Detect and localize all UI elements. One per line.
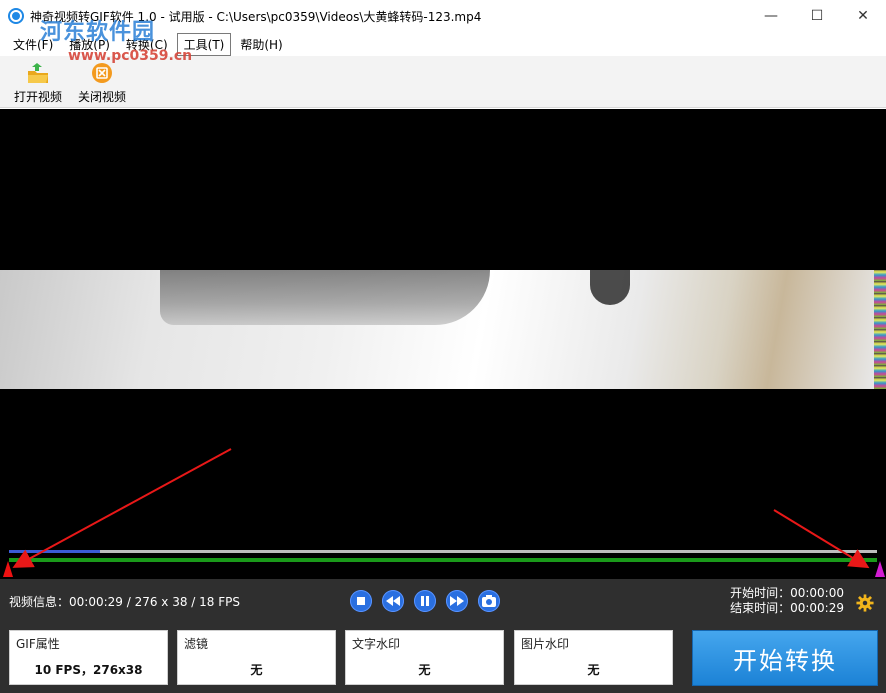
rewind-button[interactable] [382,590,404,612]
playback-controls [350,590,510,612]
start-time-label: 开始时间： [730,586,791,600]
gif-properties-value: 10 FPS，276x38 [34,663,143,677]
folder-open-icon [26,62,50,84]
close-video-label: 关闭视频 [77,90,126,104]
close-video-icon [90,62,114,84]
playback-progress [9,550,100,553]
open-video-label: 打开视频 [13,90,62,104]
window-controls: — ☐ ✕ [748,0,886,32]
frame-shadow [160,270,490,325]
close-button[interactable]: ✕ [840,0,886,32]
pause-icon [421,596,429,606]
app-icon [8,8,24,24]
watermark-site-name: 河东软件园 [40,20,156,45]
video-frame [0,270,874,389]
text-watermark-value: 无 [418,663,431,677]
end-time-label: 结束时间： [730,601,791,615]
camera-icon [482,595,496,607]
snapshot-button[interactable] [478,590,500,612]
range-start-handle[interactable] [3,561,13,577]
filter-label: 滤镜 [184,637,209,651]
image-watermark-value: 无 [587,663,600,677]
range-end-handle[interactable] [875,561,885,577]
text-watermark-card[interactable]: 文字水印 无 [345,630,504,685]
filter-card[interactable]: 滤镜 无 [177,630,336,685]
playback-track[interactable] [9,550,877,553]
start-convert-button[interactable]: 开始转换 [692,630,878,686]
minimize-button[interactable]: — [748,0,794,32]
image-watermark-card[interactable]: 图片水印 无 [514,630,673,685]
gif-properties-label: GIF属性 [16,637,60,651]
image-watermark-label: 图片水印 [521,637,570,651]
end-time: 00:00:29 [790,601,844,615]
text-watermark-label: 文字水印 [352,637,401,651]
frame-shadow-small [590,270,630,305]
range-bar[interactable] [9,558,877,562]
menu-help[interactable]: 帮助(H) [233,33,289,56]
open-video-button[interactable]: 打开视频 [8,56,68,107]
rewind-icon [386,596,400,606]
filter-value: 无 [250,663,263,677]
control-bar: 视频信息：00:00:29 / 276 x 38 / 18 FPS 开始时间：0… [0,579,886,623]
pause-button[interactable] [414,590,436,612]
fast-forward-icon [450,596,464,606]
start-time: 00:00:00 [790,586,844,600]
stop-button[interactable] [350,590,372,612]
gif-properties-card[interactable]: GIF属性 10 FPS，276x38 [9,630,168,685]
video-info: 视频信息：00:00:29 / 276 x 38 / 18 FPS [9,595,240,609]
frame-noise-strip [874,270,886,389]
video-preview[interactable] [0,109,886,579]
maximize-button[interactable]: ☐ [794,0,840,32]
settings-gear-icon[interactable] [856,594,874,612]
fast-forward-button[interactable] [446,590,468,612]
settings-panel: GIF属性 10 FPS，276x38 滤镜 无 文字水印 无 图片水印 无 开… [0,623,886,693]
watermark-url: www.pc0359.cn [68,48,193,64]
stop-icon [357,597,365,605]
time-range: 开始时间：00:00:00 结束时间：00:00:29 [730,586,844,616]
